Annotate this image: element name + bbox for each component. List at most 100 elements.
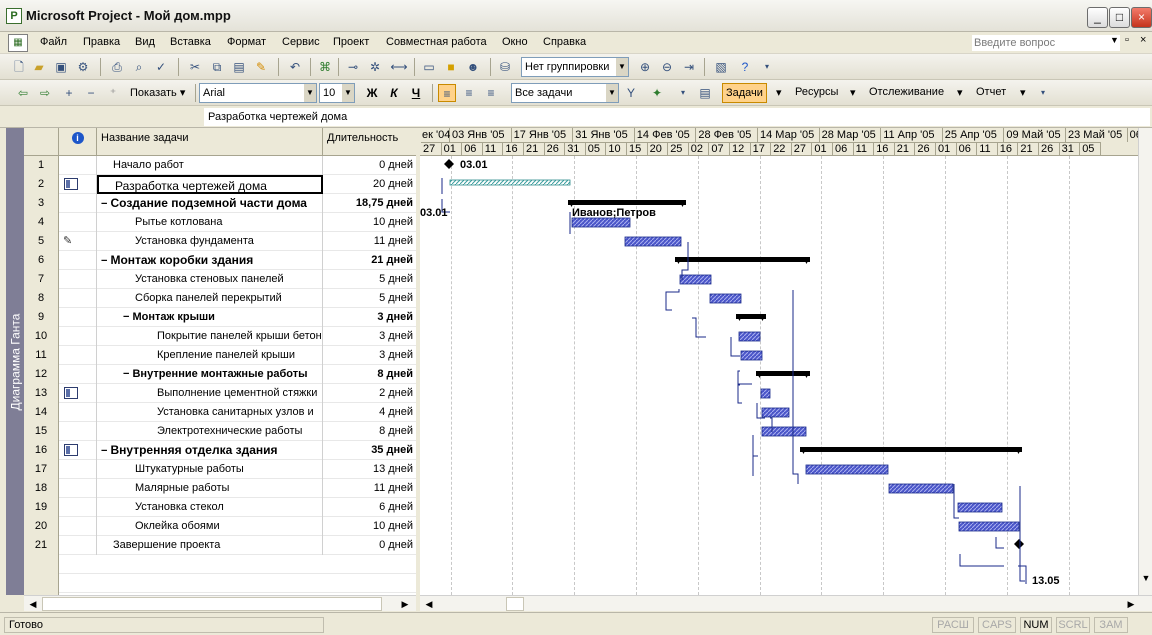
calendar-icon[interactable]	[64, 178, 78, 190]
underline-button[interactable]: Ч	[406, 84, 426, 102]
ask-dropdown-icon[interactable]: ▼	[1110, 35, 1119, 45]
duration-cell[interactable]: 10 дней	[323, 213, 416, 232]
row-id[interactable]: 8	[24, 289, 59, 308]
filter-select[interactable]: Все задачи ▼	[511, 83, 619, 103]
table-row[interactable]: 9 − Монтаж крыши 3 дней	[24, 308, 416, 327]
row-id[interactable]	[24, 574, 59, 593]
task-name-cell[interactable]: Покрытие панелей крыши бетоном	[97, 327, 323, 346]
maximize-button[interactable]: □	[1109, 7, 1130, 28]
outdent-icon[interactable]: ⇦	[14, 84, 32, 102]
menu-collaborate[interactable]: Совместная работа	[386, 36, 487, 48]
task-name-cell[interactable]: Малярные работы	[97, 479, 323, 498]
duration-cell[interactable]: 5 дней	[323, 270, 416, 289]
row-id[interactable]: 21	[24, 536, 59, 555]
row-id[interactable]: 12	[24, 365, 59, 384]
duration-cell[interactable]: 20 дней	[323, 175, 416, 194]
grid-scroll-thumb[interactable]	[42, 597, 382, 611]
task-name-cell[interactable]: Установка фундамента	[97, 232, 323, 251]
format-painter-icon[interactable]: ✎	[252, 58, 270, 76]
duration-cell[interactable]: 3 дней	[323, 327, 416, 346]
publish-icon[interactable]: ⛁	[496, 58, 514, 76]
row-id[interactable]: 4	[24, 213, 59, 232]
assign-resources-icon[interactable]: ☻	[464, 58, 482, 76]
table-row[interactable]: 19 Установка стекол 6 дней	[24, 498, 416, 517]
duration-cell[interactable]: 5 дней	[323, 289, 416, 308]
row-id[interactable]: 15	[24, 422, 59, 441]
align-left-icon[interactable]: ≡	[438, 84, 456, 102]
tracking-dropdown-icon[interactable]: ▾	[957, 86, 963, 99]
hide-subtasks-icon[interactable]: −	[82, 84, 100, 102]
zoom-out-icon[interactable]: ⊖	[658, 58, 676, 76]
task-name-cell[interactable]: Установка стекол	[97, 498, 323, 517]
row-id[interactable]: 1	[24, 156, 59, 175]
table-row[interactable]: 13 Выполнение цементной стяжки 2 дней	[24, 384, 416, 403]
paste-icon[interactable]: ▤	[230, 58, 248, 76]
duration-cell[interactable]: 21 дней	[323, 251, 416, 270]
duration-cell[interactable]: 18,75 дней	[323, 194, 416, 213]
duration-cell[interactable]: 3 дней	[323, 308, 416, 327]
task-name-cell[interactable]: Штукатурные работы	[97, 460, 323, 479]
goto-task-icon[interactable]: ⇥	[680, 58, 698, 76]
guide-icon[interactable]: ▤	[696, 84, 714, 102]
row-id[interactable]: 9	[24, 308, 59, 327]
close-button[interactable]: ×	[1131, 7, 1152, 28]
menu-project[interactable]: Проект	[333, 36, 369, 48]
chart-scroll-thumb[interactable]	[506, 597, 524, 611]
gantt-wizard-icon[interactable]: ✦	[648, 84, 666, 102]
row-id[interactable]: 16	[24, 441, 59, 460]
task-name-cell[interactable]: Завершение проекта	[97, 536, 323, 555]
show-subtasks-icon[interactable]: +	[60, 84, 78, 102]
row-id[interactable]: 11	[24, 346, 59, 365]
tasks-dropdown-icon[interactable]: ▾	[776, 86, 782, 99]
scroll-right-icon[interactable]: ▶	[398, 597, 412, 611]
undo-icon[interactable]: ↶	[286, 58, 304, 76]
duration-cell[interactable]: 0 дней	[323, 536, 416, 555]
close-doc-icon[interactable]: ×	[1140, 34, 1146, 46]
row-id[interactable]: 6	[24, 251, 59, 270]
row-id[interactable]: 20	[24, 517, 59, 536]
table-row[interactable]: 20 Оклейка обоями 10 дней	[24, 517, 416, 536]
table-row[interactable]: 2 Разработка чертежей дома 20 дней	[24, 175, 416, 194]
table-row[interactable]: 16 − Внутренняя отделка здания 35 дней	[24, 441, 416, 460]
row-id-header[interactable]	[24, 128, 59, 156]
task-name-cell[interactable]: Выполнение цементной стяжки	[97, 384, 323, 403]
row-id[interactable]: 5	[24, 232, 59, 251]
table-row[interactable]: 7 Установка стеновых панелей 5 дней	[24, 270, 416, 289]
duration-cell[interactable]: 3 дней	[323, 346, 416, 365]
table-row[interactable]: 21 Завершение проекта 0 дней	[24, 536, 416, 555]
table-row[interactable]: 5 ✎ Установка фундамента 11 дней	[24, 232, 416, 251]
task-name-cell[interactable]: Установка стеновых панелей	[97, 270, 323, 289]
scroll-down-icon[interactable]: ▼	[1139, 571, 1152, 585]
open-icon[interactable]: ▰	[30, 58, 48, 76]
row-id[interactable]: 7	[24, 270, 59, 289]
calendar-icon[interactable]	[64, 387, 78, 399]
spelling-icon[interactable]: ✓	[152, 58, 170, 76]
split-task-icon[interactable]: ⟷	[390, 58, 408, 76]
align-right-icon[interactable]: ≡	[482, 84, 500, 102]
duration-cell[interactable]: 8 дней	[323, 365, 416, 384]
cut-icon[interactable]: ✂	[186, 58, 204, 76]
duration-cell[interactable]: 35 дней	[323, 441, 416, 460]
bold-button[interactable]: Ж	[362, 84, 382, 102]
task-name-cell[interactable]: Сборка панелей перекрытий	[97, 289, 323, 308]
task-name-cell[interactable]: Установка санитарных узлов и	[97, 403, 323, 422]
task-name-cell[interactable]: Рытье котлована	[97, 213, 323, 232]
grid-horizontal-scrollbar[interactable]: ◀ ▶	[24, 595, 416, 611]
table-row[interactable]: 10 Покрытие панелей крыши бетоном 3 дней	[24, 327, 416, 346]
table-row[interactable]: 15 Электротехнические работы 8 дней	[24, 422, 416, 441]
scroll-left-icon[interactable]: ◀	[26, 597, 40, 611]
show-all-icon[interactable]: ⁺	[104, 84, 122, 102]
indent-icon[interactable]: ⇨	[36, 84, 54, 102]
menu-insert[interactable]: Вставка	[170, 36, 211, 48]
toolbar-options-icon[interactable]: ▾	[674, 84, 692, 102]
autofilter-icon[interactable]: Y	[622, 84, 640, 102]
task-name-cell[interactable]: − Внутренняя отделка здания	[97, 441, 323, 460]
note-icon[interactable]: ✎	[63, 234, 77, 248]
task-info-icon[interactable]: ▭	[420, 58, 438, 76]
row-id[interactable]: 13	[24, 384, 59, 403]
minimize-button[interactable]: _	[1087, 7, 1108, 28]
table-row[interactable]: 1 Начало работ 0 дней	[24, 156, 416, 175]
task-name-cell[interactable]: Оклейка обоями	[97, 517, 323, 536]
task-name-cell[interactable]: − Монтаж крыши	[97, 308, 323, 327]
entry-field[interactable]: Разработка чертежей дома	[204, 108, 1150, 126]
